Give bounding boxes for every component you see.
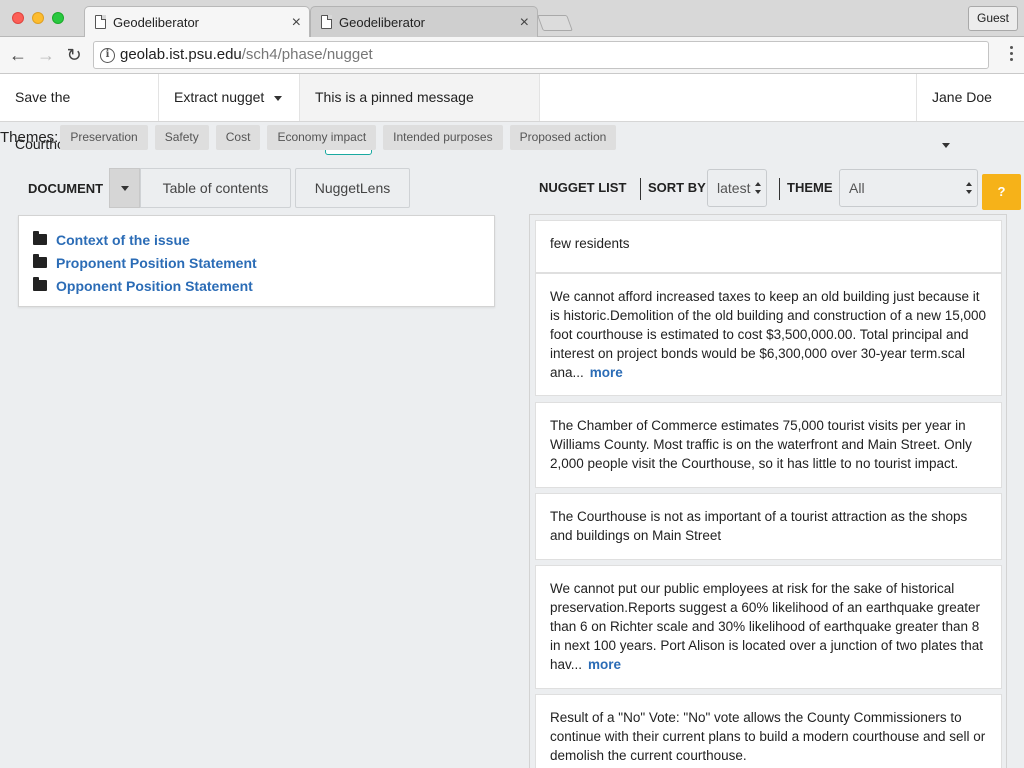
- select-arrows-icon: [966, 182, 972, 194]
- nugget-card[interactable]: We cannot put our public employees at ri…: [535, 565, 1002, 689]
- toc-link[interactable]: Opponent Position Statement: [56, 278, 253, 294]
- theme-label: THEME: [787, 180, 833, 195]
- document-collapse-toggle[interactable]: [109, 168, 140, 208]
- tab-title: Geodeliberator: [113, 15, 199, 30]
- nugget-list[interactable]: few residents We cannot afford increased…: [529, 214, 1007, 768]
- browser-navbar: ← → ↻ i geolab.ist.psu.edu/sch4/phase/nu…: [0, 37, 1024, 74]
- nugget-card[interactable]: The Courthouse is not as important of a …: [535, 493, 1002, 560]
- nugget-card[interactable]: We cannot afford increased taxes to keep…: [535, 273, 1002, 396]
- theme-chip[interactable]: Safety: [154, 124, 209, 150]
- document-label: DOCUMENT: [28, 180, 104, 196]
- divider: [640, 178, 641, 200]
- minimize-window-button[interactable]: [32, 12, 44, 24]
- project-title[interactable]: Save the Courthouse: [0, 74, 159, 152]
- tab-title: Geodeliberator: [339, 15, 425, 30]
- info-icon[interactable]: i: [100, 48, 115, 63]
- theme-select[interactable]: All: [839, 169, 978, 207]
- forward-arrow-icon[interactable]: →: [34, 43, 58, 67]
- nugget-more-link[interactable]: more: [588, 657, 621, 672]
- guest-profile-button[interactable]: Guest: [967, 6, 1018, 31]
- theme-chip[interactable]: Preservation: [60, 124, 148, 150]
- new-tab-button[interactable]: [537, 15, 573, 31]
- pinned-message: This is a pinned messagemore: [300, 74, 540, 156]
- toc-item[interactable]: Opponent Position Statement: [19, 274, 494, 297]
- folder-icon: [33, 277, 47, 291]
- browser-menu-icon[interactable]: [1010, 46, 1014, 64]
- toc-item[interactable]: Context of the issue: [19, 228, 494, 251]
- tab-nuggetlens[interactable]: NuggetLens: [295, 168, 410, 208]
- user-menu[interactable]: Jane Doe: [916, 74, 1024, 148]
- chevron-down-icon: [274, 95, 283, 101]
- divider: [779, 178, 780, 200]
- table-of-contents: Context of the issue Proponent Position …: [18, 215, 495, 307]
- page-icon: [321, 15, 332, 29]
- tab-table-of-contents[interactable]: Table of contents: [140, 168, 291, 208]
- nugget-card[interactable]: The Chamber of Commerce estimates 75,000…: [535, 402, 1002, 488]
- page-icon: [95, 15, 106, 29]
- theme-chip[interactable]: Economy impact: [267, 124, 377, 150]
- reload-icon[interactable]: ↻: [62, 43, 86, 67]
- sort-select[interactable]: latest: [707, 169, 767, 207]
- nugget-text: Result of a "No" Vote: "No" vote allows …: [550, 710, 986, 763]
- nugget-text: few residents: [550, 236, 630, 251]
- theme-chip[interactable]: Proposed action: [509, 124, 617, 150]
- toc-link[interactable]: Proponent Position Statement: [56, 255, 257, 271]
- close-tab-icon[interactable]: ×: [292, 7, 301, 38]
- browser-tab-active[interactable]: Geodeliberator ×: [84, 6, 310, 37]
- back-arrow-icon[interactable]: ←: [6, 43, 30, 67]
- select-arrows-icon: [755, 182, 761, 194]
- nugget-list-label: NUGGET LIST: [539, 180, 627, 195]
- browser-tab-inactive[interactable]: Geodeliberator ×: [310, 6, 538, 37]
- close-window-button[interactable]: [12, 12, 24, 24]
- theme-chip[interactable]: Cost: [215, 124, 261, 150]
- app-header: Save the Courthouse Extract nugget This …: [0, 74, 1024, 156]
- folder-icon: [33, 254, 47, 268]
- theme-chip[interactable]: Intended purposes: [383, 124, 503, 150]
- nugget-more-link[interactable]: more: [590, 365, 623, 380]
- help-button[interactable]: ?: [982, 174, 1021, 210]
- toc-link[interactable]: Context of the issue: [56, 232, 190, 248]
- zoom-window-button[interactable]: [52, 12, 64, 24]
- toc-item[interactable]: Proponent Position Statement: [19, 251, 494, 274]
- url-text: geolab.ist.psu.edu/sch4/phase/nugget: [120, 46, 373, 63]
- chevron-down-icon: [942, 142, 950, 148]
- nugget-card[interactable]: few residents: [535, 220, 1002, 273]
- folder-icon: [33, 231, 47, 245]
- address-bar[interactable]: i geolab.ist.psu.edu/sch4/phase/nugget: [93, 41, 989, 69]
- sort-by-label: SORT BY: [648, 180, 706, 195]
- themes-bar: Themes: Preservation Safety Cost Economy…: [0, 123, 623, 151]
- nugget-text: The Chamber of Commerce estimates 75,000…: [550, 418, 972, 471]
- extract-nugget-dropdown[interactable]: Extract nugget: [159, 74, 300, 121]
- nugget-card[interactable]: Result of a "No" Vote: "No" vote allows …: [535, 694, 1002, 768]
- close-tab-icon[interactable]: ×: [520, 7, 529, 38]
- themes-label: Themes:: [0, 128, 59, 146]
- document-toolbar: DOCUMENT Table of contents NuggetLens: [18, 168, 410, 208]
- nugget-text: The Courthouse is not as important of a …: [550, 509, 968, 543]
- browser-tabstrip: Geodeliberator × Geodeliberator × Guest: [0, 0, 1024, 37]
